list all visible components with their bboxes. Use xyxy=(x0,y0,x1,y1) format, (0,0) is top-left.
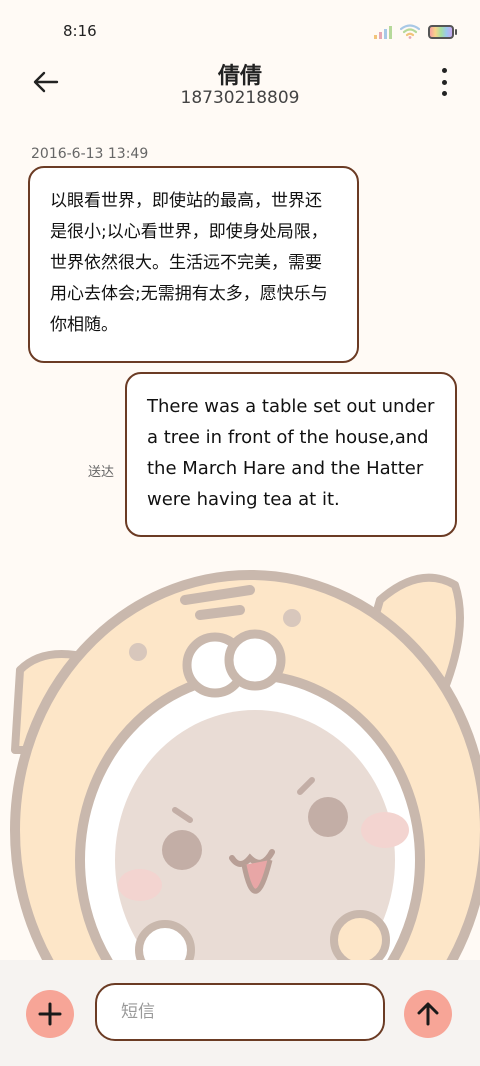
status-icons xyxy=(374,24,457,39)
chat-wallpaper xyxy=(0,560,480,970)
add-attachment-button[interactable] xyxy=(26,990,74,1038)
more-dot-icon xyxy=(441,68,447,73)
more-options-button[interactable] xyxy=(438,68,450,96)
wifi-icon xyxy=(400,24,420,39)
cat-wallpaper-illustration xyxy=(10,570,480,970)
delivery-status: 送达 xyxy=(88,465,115,480)
contact-number: 18730218809 xyxy=(180,88,300,108)
more-dot-icon xyxy=(441,91,447,96)
outgoing-message-bubble[interactable]: There was a table set out under a tree i… xyxy=(125,372,457,537)
battery-icon xyxy=(428,24,457,39)
message-input[interactable] xyxy=(95,983,385,1041)
more-dot-icon xyxy=(441,79,447,85)
status-time: 8:16 xyxy=(63,22,97,40)
send-button[interactable] xyxy=(404,990,452,1038)
incoming-message-text: 以眼看世界，即使站的最高，世界还是很小;以心看世界，即使身处局限，世界依然很大。… xyxy=(50,191,328,335)
send-arrow-up-icon xyxy=(417,1002,439,1026)
plus-icon xyxy=(38,1002,62,1026)
message-composer xyxy=(0,960,480,1066)
signal-icon xyxy=(374,25,392,39)
message-timestamp: 2016-6-13 13:49 xyxy=(31,146,149,162)
conversation-header: 倩倩 18730218809 xyxy=(0,52,480,122)
outgoing-message-text: There was a table set out under a tree i… xyxy=(147,396,435,510)
contact-name: 倩倩 xyxy=(217,64,262,89)
incoming-message-bubble[interactable]: 以眼看世界，即使站的最高，世界还是很小;以心看世界，即使身处局限，世界依然很大。… xyxy=(28,166,359,363)
